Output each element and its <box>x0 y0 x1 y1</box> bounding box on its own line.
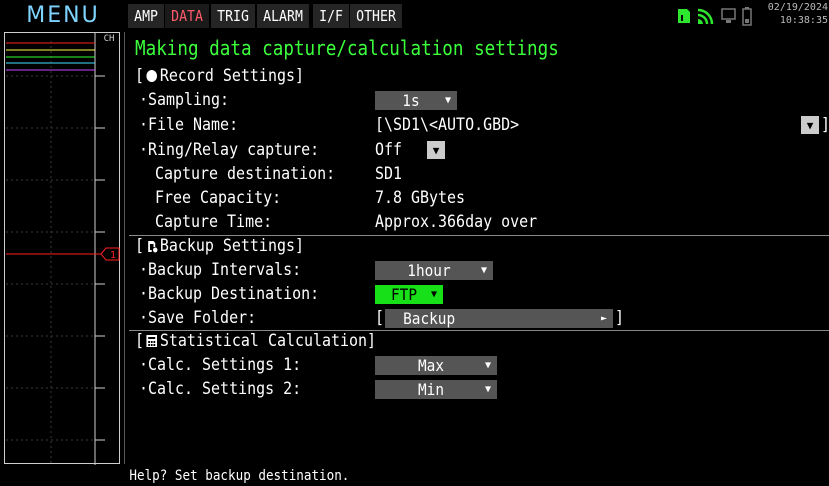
tab-bar: AMP DATA TRIG ALARM I/F OTHER <box>128 4 403 28</box>
tab-data[interactable]: DATA <box>165 4 210 28</box>
channel-marker-label: 1 <box>110 250 116 261</box>
ring-relay-dropdown-button[interactable]: ▼ <box>427 141 445 159</box>
backup-intervals-label: ·Backup Intervals: <box>139 260 302 280</box>
tab-if[interactable]: I/F <box>312 4 349 28</box>
capture-time-value: Approx.366day over <box>375 212 538 232</box>
record-settings-header: [Record Settings] <box>135 66 304 86</box>
page-title: Making data capture/calculation settings <box>135 36 559 60</box>
chevron-down-icon: ▼ <box>484 360 491 371</box>
status-icons <box>676 6 752 26</box>
waveform-display: 1 CH <box>6 33 120 465</box>
waveform-panel[interactable]: 1 CH <box>4 32 120 465</box>
calc-settings-1-label: ·Calc. Settings 1: <box>139 355 302 375</box>
backup-settings-header: [Backup Settings] <box>135 236 304 256</box>
record-icon <box>146 70 158 82</box>
tab-other[interactable]: OTHER <box>349 4 402 28</box>
chevron-down-icon: ▼ <box>480 265 487 276</box>
free-capacity-value: 7.8 GBytes <box>375 188 466 208</box>
file-name-dropdown-button[interactable]: ▼ <box>801 116 819 134</box>
calculator-icon <box>146 335 158 347</box>
chevron-down-icon: ▼ <box>430 289 437 300</box>
free-capacity-label: Free Capacity: <box>155 188 282 208</box>
chevron-down-icon: ▼ <box>806 118 814 132</box>
network-icon <box>721 8 736 23</box>
calc-settings-2-label: ·Calc. Settings 2: <box>139 379 302 399</box>
save-folder-bracket-close: ] <box>615 308 625 328</box>
tab-alarm[interactable]: ALARM <box>257 4 310 28</box>
battery-icon <box>742 7 752 26</box>
capture-destination-value: SD1 <box>375 164 403 184</box>
statistical-calculation-header: [Statistical Calculation] <box>135 331 377 351</box>
capture-time-label: Capture Time: <box>155 212 273 232</box>
file-name-label: ·File Name: <box>139 115 239 135</box>
sampling-label: ·Sampling: <box>139 90 230 110</box>
calc-settings-1-dropdown[interactable]: Max ▼ <box>375 356 497 375</box>
calc-settings-2-dropdown[interactable]: Min ▼ <box>375 380 497 399</box>
time-text: 10:38:35 <box>779 15 828 26</box>
tab-trig[interactable]: TRIG <box>211 4 256 28</box>
file-name-value: [\SD1\<AUTO.GBD> <box>375 115 520 135</box>
backup-destination-dropdown[interactable]: FTP ▼ <box>375 285 443 304</box>
help-text: Help? Set backup destination. <box>129 468 350 484</box>
save-folder-label: ·Save Folder: <box>139 308 257 328</box>
top-bar: MENU AMP DATA TRIG ALARM I/F OTHER 02/19… <box>0 0 829 30</box>
chevron-down-icon: ▼ <box>444 95 451 106</box>
wifi-icon <box>697 8 714 25</box>
date-text: 02/19/2024 <box>767 2 828 13</box>
menu-button[interactable]: MENU <box>0 0 126 30</box>
sampling-dropdown[interactable]: 1s ▼ <box>375 91 457 110</box>
backup-icon <box>148 241 158 253</box>
sd-card-icon <box>678 9 690 23</box>
ring-relay-value: Off <box>375 140 403 160</box>
settings-panel: Making data capture/calculation settings… <box>124 32 829 464</box>
backup-destination-label: ·Backup Destination: <box>139 284 320 304</box>
file-name-bracket: ] <box>821 113 829 137</box>
clock: 02/19/2024 10:38:35 <box>766 1 828 27</box>
backup-intervals-dropdown[interactable]: 1hour ▼ <box>375 261 493 280</box>
chevron-right-icon: ► <box>600 313 607 324</box>
save-folder-bracket-open: [ <box>375 308 385 328</box>
channel-header: CH <box>104 34 115 44</box>
tab-amp[interactable]: AMP <box>128 4 165 28</box>
ring-relay-label: ·Ring/Relay capture: <box>139 140 320 160</box>
help-bar: Help? Set backup destination. <box>124 466 829 486</box>
chevron-down-icon: ▼ <box>432 143 440 157</box>
save-folder-field[interactable]: Backup ► <box>385 309 613 328</box>
chevron-down-icon: ▼ <box>484 384 491 395</box>
capture-destination-label: Capture destination: <box>155 164 336 184</box>
